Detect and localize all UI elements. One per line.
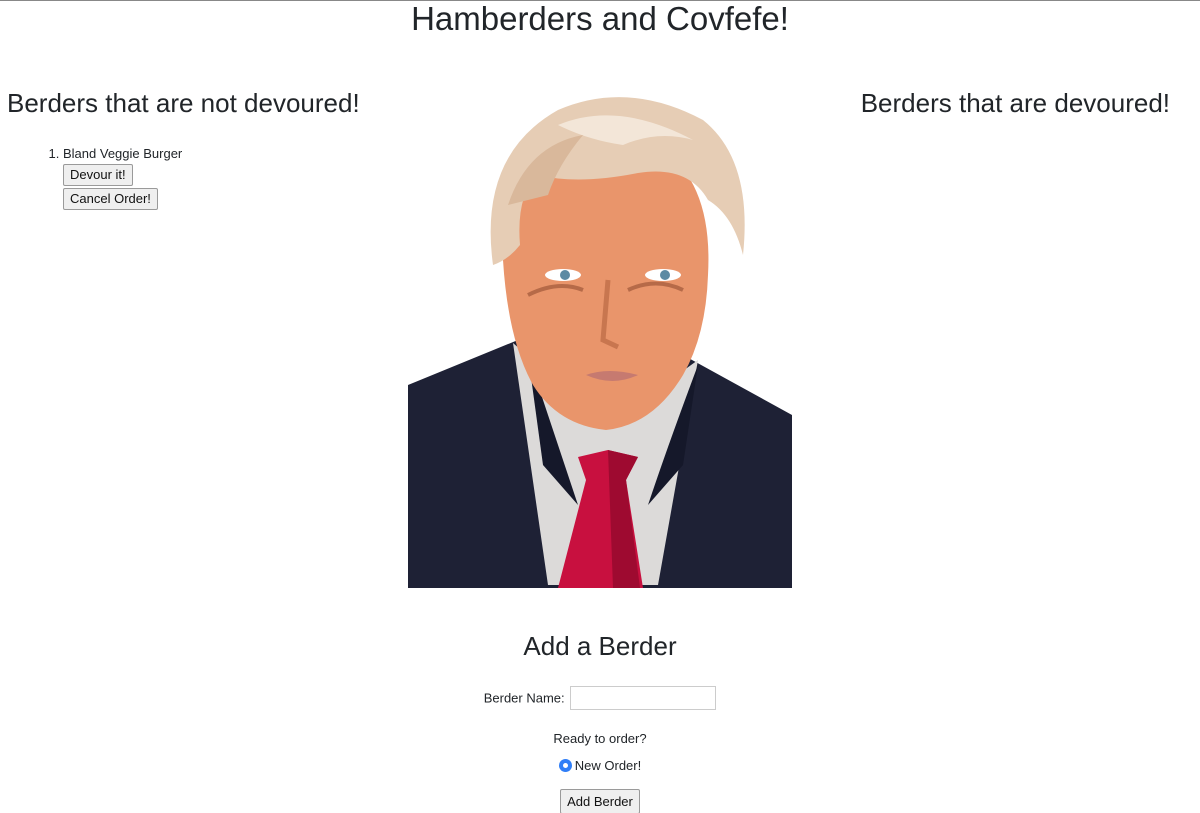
berder-name: Bland Veggie Burger bbox=[63, 146, 183, 161]
not-devoured-list: Bland Veggie Burger Devour it! Cancel Or… bbox=[30, 144, 182, 212]
berder-name-label: Berder Name: bbox=[483, 690, 565, 706]
devour-button[interactable]: Devour it! bbox=[63, 164, 133, 186]
page-title: Hamberders and Covfefe! bbox=[411, 0, 789, 37]
berder-name-row: Berder Name: bbox=[0, 686, 1200, 710]
cancel-order-button[interactable]: Cancel Order! bbox=[63, 188, 158, 210]
submit-wrapper: Add Berder bbox=[0, 788, 1200, 813]
ready-to-order-label: Ready to order? bbox=[553, 731, 647, 746]
portrait-image bbox=[408, 85, 792, 588]
add-berder-heading: Add a Berder bbox=[523, 631, 677, 661]
new-order-label: New Order! bbox=[574, 758, 642, 773]
new-order-radio-row[interactable]: New Order! bbox=[0, 758, 1200, 773]
devoured-heading: Berders that are devoured! bbox=[860, 88, 1170, 118]
new-order-radio[interactable] bbox=[558, 759, 572, 772]
list-item: Bland Veggie Burger Devour it! Cancel Or… bbox=[63, 144, 182, 210]
berder-name-input[interactable] bbox=[570, 686, 717, 710]
not-devoured-heading: Berders that are not devoured! bbox=[7, 88, 360, 118]
add-berder-button[interactable]: Add Berder bbox=[560, 789, 640, 813]
